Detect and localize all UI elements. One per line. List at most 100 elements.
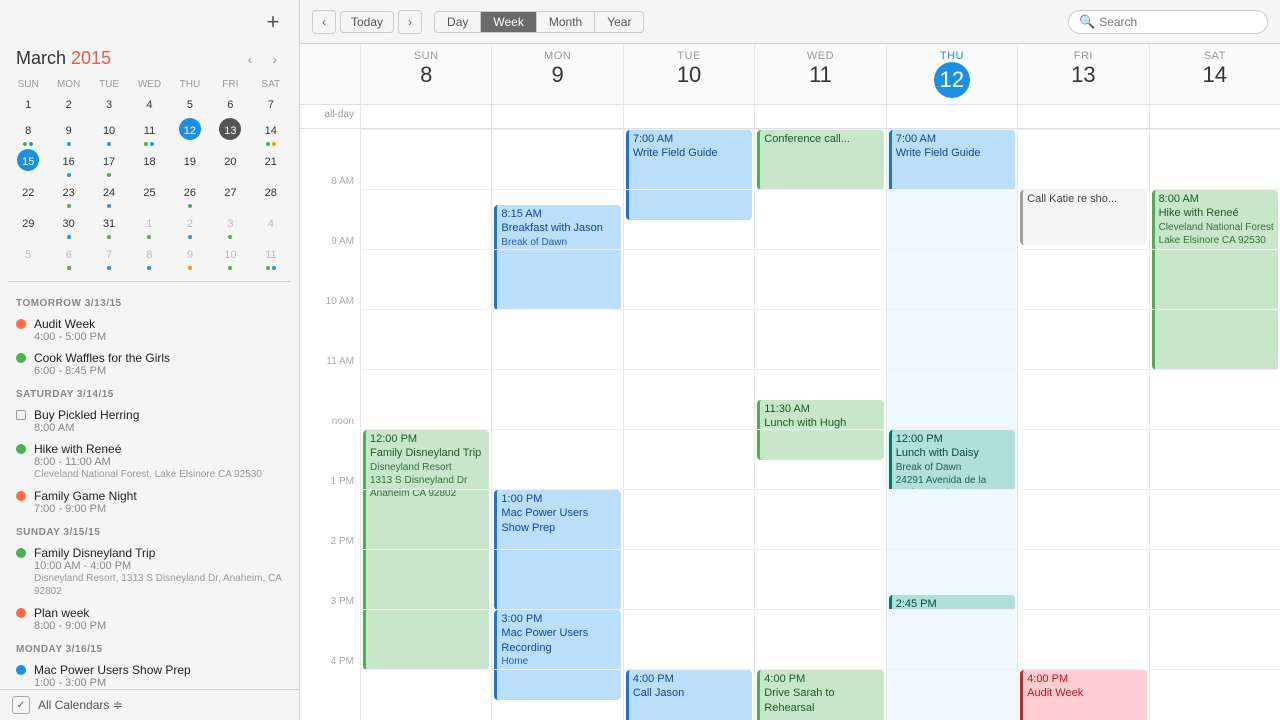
time-cell-thu-noon[interactable]: 12:00 PM Lunch with Daisy Break of Dawn2…	[886, 429, 1017, 489]
mini-day-apr3[interactable]: 3	[210, 211, 250, 242]
calendars-checkbox[interactable]: ✓	[12, 696, 30, 714]
time-cell-wed-11[interactable]: 11:30 AM Lunch with Hugh	[754, 369, 885, 429]
time-cell-thu-4[interactable]	[886, 669, 1017, 720]
mini-day-apr6[interactable]: 6	[48, 242, 88, 273]
list-item[interactable]: Plan week 8:00 - 9:00 PM	[0, 602, 299, 636]
mini-day-apr4[interactable]: 4	[251, 211, 291, 242]
mini-day-16[interactable]: 16	[48, 149, 88, 180]
mini-day-9[interactable]: 9	[48, 118, 88, 149]
time-cell-fri-2[interactable]	[1017, 549, 1148, 609]
time-cell-fri-noon[interactable]	[1017, 429, 1148, 489]
mini-cal-prev[interactable]: ‹	[242, 49, 259, 69]
mini-day-29[interactable]: 29	[8, 211, 48, 242]
today-button[interactable]: Today	[340, 11, 394, 33]
cal-event-call-jason[interactable]: 4:00 PM Call Jason	[626, 670, 752, 720]
prev-week-button[interactable]: ‹	[312, 10, 336, 34]
mini-day-7[interactable]: 7	[251, 92, 291, 118]
mini-day-30[interactable]: 30	[48, 211, 88, 242]
mini-day-3[interactable]: 3	[89, 92, 129, 118]
mini-day-24[interactable]: 24	[89, 180, 129, 211]
time-cell-sun-8[interactable]	[360, 189, 491, 249]
time-cell-mon-4[interactable]	[491, 669, 622, 720]
time-cell-fri-11[interactable]	[1017, 369, 1148, 429]
time-cell-mon-11[interactable]	[491, 369, 622, 429]
time-cell-sat-1[interactable]	[1149, 489, 1280, 549]
time-cell-sat-3[interactable]	[1149, 609, 1280, 669]
time-cell-sat-10[interactable]	[1149, 309, 1280, 369]
time-cell-sat-7[interactable]	[1149, 129, 1280, 189]
mini-day-apr7[interactable]: 7	[89, 242, 129, 273]
mini-day-20[interactable]: 20	[210, 149, 250, 180]
cal-event-conf-call[interactable]: Conference call...	[757, 130, 883, 190]
time-cell-tue-10[interactable]	[623, 309, 754, 369]
time-cell-mon-2[interactable]	[491, 549, 622, 609]
cal-event-drive-sarah[interactable]: 4:00 PM Drive Sarah to Rehearsal	[757, 670, 883, 720]
view-day-button[interactable]: Day	[435, 12, 481, 32]
time-cell-mon-noon[interactable]	[491, 429, 622, 489]
time-cell-tue-2[interactable]	[623, 549, 754, 609]
add-event-button[interactable]: +	[259, 8, 287, 36]
mini-day-apr8[interactable]: 8	[129, 242, 169, 273]
time-cell-wed-7[interactable]: Conference call...	[754, 129, 885, 189]
mini-day-21[interactable]: 21	[251, 149, 291, 180]
mini-day-26[interactable]: 26	[170, 180, 210, 211]
mini-day-apr5[interactable]: 5	[8, 242, 48, 273]
list-item[interactable]: Family Game Night 7:00 - 9:00 PM	[0, 485, 299, 519]
mini-day-apr2[interactable]: 2	[170, 211, 210, 242]
mini-day-13-selected[interactable]: 13	[219, 118, 241, 140]
mini-day-5[interactable]: 5	[170, 92, 210, 118]
time-cell-sun-4[interactable]	[360, 669, 491, 720]
time-cell-tue-1[interactable]	[623, 489, 754, 549]
time-cell-fri-4[interactable]: 4:00 PM Audit Week	[1017, 669, 1148, 720]
list-item[interactable]: Mac Power Users Show Prep 1:00 - 3:00 PM	[0, 659, 299, 689]
time-cell-mon-9[interactable]	[491, 249, 622, 309]
time-cell-sat-9[interactable]	[1149, 249, 1280, 309]
mini-day-15[interactable]: 15	[17, 149, 39, 171]
list-item[interactable]: Cook Waffles for the Girls 6:00 - 8:45 P…	[0, 347, 299, 381]
view-month-button[interactable]: Month	[537, 12, 595, 32]
time-cell-sun-11[interactable]	[360, 369, 491, 429]
list-item[interactable]: Audit Week 4:00 - 5:00 PM	[0, 313, 299, 347]
time-cell-thu-7[interactable]: 7:00 AM Write Field Guide	[886, 129, 1017, 189]
time-cell-sun-7[interactable]	[360, 129, 491, 189]
time-cell-thu-2[interactable]: 2:45 PM Attend Under-Water basket weavin…	[886, 549, 1017, 609]
time-cell-tue-3[interactable]	[623, 609, 754, 669]
time-cell-thu-8[interactable]	[886, 189, 1017, 249]
mini-day-17[interactable]: 17	[89, 149, 129, 180]
next-week-button[interactable]: ›	[398, 10, 422, 34]
mini-day-8[interactable]: 8	[8, 118, 48, 149]
time-cell-sat-8[interactable]: 8:00 AM Hike with Reneé Cleveland Nation…	[1149, 189, 1280, 249]
time-cell-thu-1[interactable]	[886, 489, 1017, 549]
cal-event-audit-week[interactable]: 4:00 PM Audit Week	[1020, 670, 1146, 720]
all-calendars-label[interactable]: All Calendars ≑	[38, 698, 123, 712]
mini-day-12-today[interactable]: 12	[179, 118, 201, 140]
time-cell-sun-1[interactable]	[360, 489, 491, 549]
time-cell-wed-8[interactable]	[754, 189, 885, 249]
time-cell-wed-10[interactable]	[754, 309, 885, 369]
time-cell-tue-8[interactable]	[623, 189, 754, 249]
time-cell-sat-noon[interactable]	[1149, 429, 1280, 489]
mini-day-14[interactable]: 14	[251, 118, 291, 149]
time-cell-sat-11[interactable]	[1149, 369, 1280, 429]
mini-day-27[interactable]: 27	[210, 180, 250, 211]
mini-day-4[interactable]: 4	[129, 92, 169, 118]
time-cell-sun-9[interactable]	[360, 249, 491, 309]
time-cell-sun-2[interactable]	[360, 549, 491, 609]
mini-day-22[interactable]: 22	[8, 180, 48, 211]
time-cell-tue-4[interactable]: 4:00 PM Call Jason	[623, 669, 754, 720]
view-week-button[interactable]: Week	[481, 12, 536, 32]
time-cell-wed-1[interactable]	[754, 489, 885, 549]
mini-day-28[interactable]: 28	[251, 180, 291, 211]
time-cell-tue-noon[interactable]	[623, 429, 754, 489]
time-cell-thu-3[interactable]	[886, 609, 1017, 669]
time-cell-sun-10[interactable]	[360, 309, 491, 369]
cal-event-call-katie[interactable]: Call Katie re sho...	[1020, 190, 1146, 245]
time-cell-mon-3[interactable]: 3:00 PM Mac Power Users Recording Home	[491, 609, 622, 669]
time-cell-sun-noon[interactable]: 12:00 PM Family Disneyland Trip Disneyla…	[360, 429, 491, 489]
time-cell-sun-3[interactable]	[360, 609, 491, 669]
time-cell-tue-9[interactable]	[623, 249, 754, 309]
time-cell-mon-10[interactable]	[491, 309, 622, 369]
time-cell-mon-8[interactable]: 8:15 AM Breakfast with Jason Break of Da…	[491, 189, 622, 249]
search-input[interactable]	[1099, 15, 1257, 29]
mini-day-25[interactable]: 25	[129, 180, 169, 211]
